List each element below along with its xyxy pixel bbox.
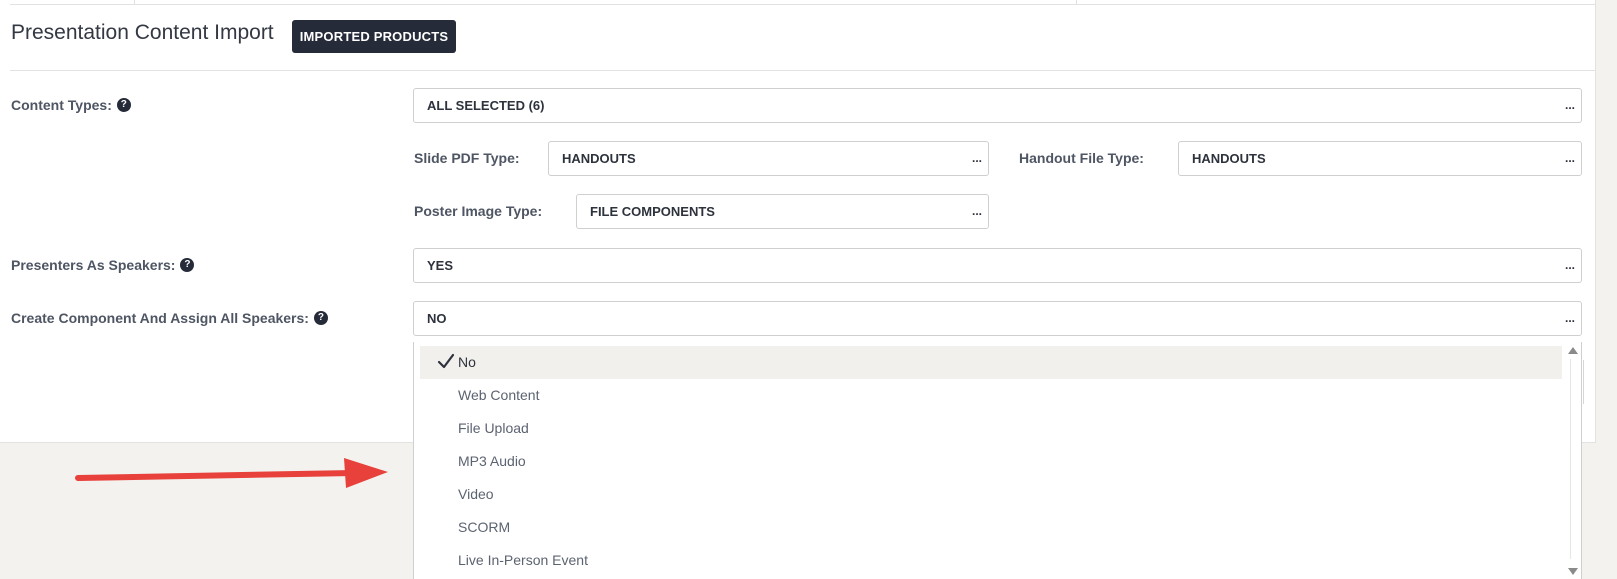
slide-pdf-type-label: Slide PDF Type:: [414, 150, 520, 166]
help-icon[interactable]: ?: [180, 258, 195, 272]
imported-products-button[interactable]: IMPORTED PRODUCTS: [292, 20, 456, 53]
dropdown-option-mp3-audio[interactable]: MP3 Audio: [414, 445, 1562, 478]
dropdown-option-no[interactable]: No: [420, 346, 1562, 379]
handout-file-type-label: Handout File Type:: [1019, 150, 1144, 166]
dropdown-option-web-content[interactable]: Web Content: [414, 379, 1562, 412]
check-icon: [437, 353, 455, 369]
more-icon: ...: [1564, 311, 1575, 325]
create-component-label: Create Component And Assign All Speakers…: [11, 310, 328, 326]
dropdown-option-scorm[interactable]: SCORM: [414, 511, 1562, 544]
more-icon: ...: [1564, 151, 1575, 165]
more-icon: ...: [1564, 258, 1575, 272]
presenters-as-speakers-select[interactable]: YES ...: [413, 248, 1582, 283]
create-component-dropdown[interactable]: No Web Content File Upload MP3 Audio Vid…: [413, 342, 1582, 579]
handout-file-type-select[interactable]: HANDOUTS ...: [1178, 141, 1582, 176]
dropdown-option-file-upload[interactable]: File Upload: [414, 412, 1562, 445]
top-table-edge: [10, 0, 1595, 5]
dropdown-option-live-in-person-event[interactable]: Live In-Person Event: [414, 544, 1562, 577]
help-icon[interactable]: ?: [116, 98, 131, 112]
presenters-as-speakers-label: Presenters As Speakers: ?: [11, 257, 195, 273]
more-icon: ...: [1564, 98, 1575, 112]
content-types-select[interactable]: ALL SELECTED (6) ...: [413, 88, 1582, 123]
dropdown-options: No Web Content File Upload MP3 Audio Vid…: [414, 346, 1562, 577]
poster-image-type-label: Poster Image Type:: [414, 203, 543, 219]
create-component-select[interactable]: NO ...: [413, 301, 1582, 336]
hidden-control-edge: [1583, 360, 1584, 404]
section-divider: [10, 70, 1595, 71]
slide-pdf-type-select[interactable]: HANDOUTS ...: [548, 141, 989, 176]
section-title: Presentation Content Import: [11, 21, 274, 44]
scroll-track[interactable]: [1570, 359, 1571, 559]
content-types-label: Content Types: ?: [11, 97, 131, 113]
more-icon: ...: [971, 204, 982, 218]
dropdown-scrollbar[interactable]: [1565, 342, 1581, 579]
scroll-up-arrow-icon[interactable]: [1568, 347, 1578, 354]
red-arrow-icon: [75, 458, 388, 488]
page: Presentation Content Import IMPORTED PRO…: [0, 0, 1617, 579]
poster-image-type-select[interactable]: FILE COMPONENTS ...: [576, 194, 989, 229]
help-icon[interactable]: ?: [313, 311, 328, 325]
dropdown-option-video[interactable]: Video: [414, 478, 1562, 511]
scroll-down-arrow-icon[interactable]: [1568, 568, 1578, 575]
more-icon: ...: [971, 151, 982, 165]
